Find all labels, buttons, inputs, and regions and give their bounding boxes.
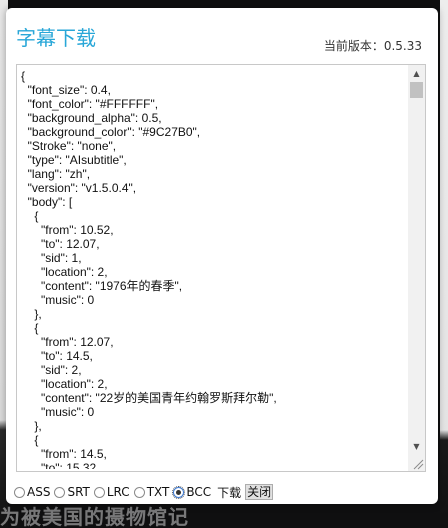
version-number: 0.5.33 (383, 39, 422, 53)
radio-ass[interactable] (14, 486, 25, 498)
subtitle-json-content[interactable]: { "font_size": 0.4, "font_color": "#FFFF… (21, 69, 407, 469)
format-label-lrc: LRC (106, 485, 130, 499)
subtitle-download-dialog: 字幕下载 当前版本：0.5.33 { "font_size": 0.4, "fo… (6, 8, 438, 504)
format-label-txt: TXT (146, 485, 170, 499)
version-info: 当前版本：0.5.33 (324, 38, 422, 54)
scroll-up-arrow-icon[interactable]: ▲ (408, 65, 425, 82)
format-option-srt[interactable]: SRT (54, 485, 90, 499)
dialog-title: 字幕下载 (16, 26, 96, 50)
format-option-bcc[interactable]: BCC (172, 485, 212, 499)
resize-grip-icon[interactable] (408, 454, 425, 471)
format-option-ass[interactable]: ASS (14, 485, 50, 499)
scroll-down-arrow-icon[interactable]: ▼ (408, 438, 425, 455)
format-option-lrc[interactable]: LRC (93, 485, 130, 499)
format-label-ass: ASS (27, 485, 51, 499)
radio-srt[interactable] (54, 486, 66, 498)
radio-lrc[interactable] (93, 486, 105, 498)
format-label-bcc: BCC (186, 485, 212, 499)
download-button[interactable]: 下载 (217, 484, 241, 501)
vertical-scrollbar[interactable]: ▲ ▼ (408, 65, 425, 455)
format-label-srt: SRT (67, 485, 90, 499)
close-button[interactable]: 关闭 (245, 484, 274, 500)
background-video-caption: 为被美国的摄物馆记 (0, 506, 189, 528)
version-label: 当前版本： (323, 39, 384, 53)
radio-bcc[interactable] (172, 485, 186, 499)
format-option-txt[interactable]: TXT (133, 485, 170, 499)
scrollbar-thumb[interactable] (410, 82, 423, 98)
background-video-right-edge (440, 0, 448, 528)
subtitle-json-textarea[interactable]: { "font_size": 0.4, "font_color": "#FFFF… (16, 64, 426, 472)
format-options-bar: ASS SRT LRC TXT BCC 下载 关闭 (14, 482, 274, 502)
radio-txt[interactable] (133, 486, 145, 498)
